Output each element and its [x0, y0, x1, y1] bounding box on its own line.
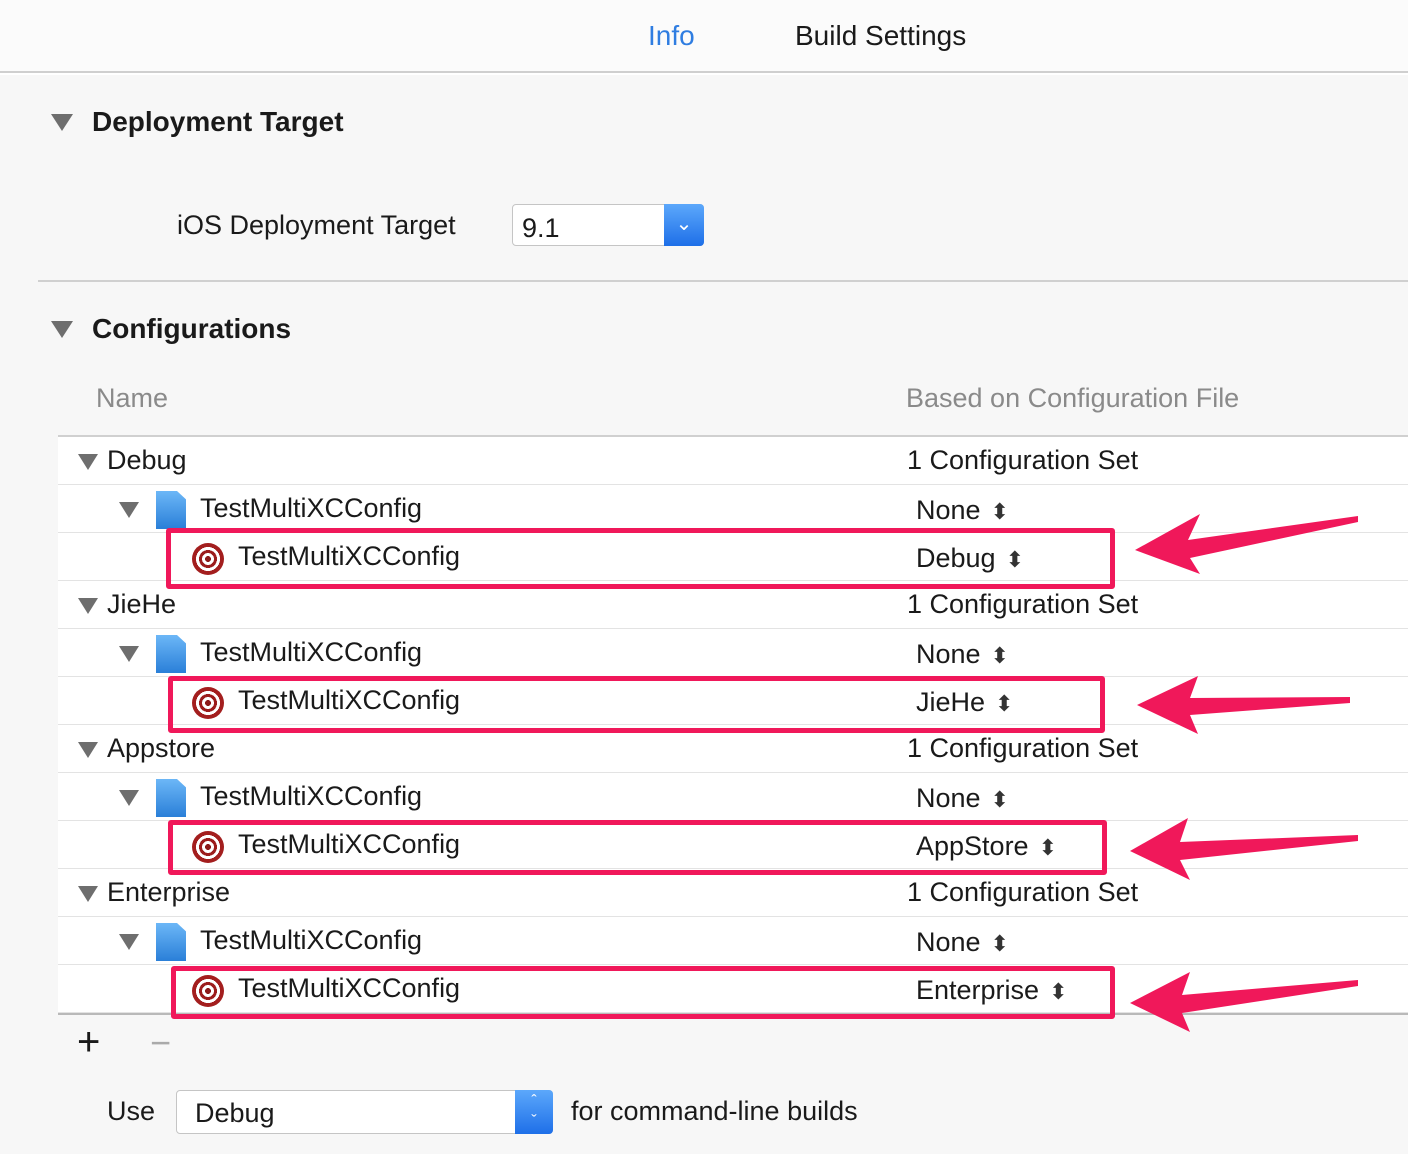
annotation-arrow-icon	[1137, 676, 1350, 734]
annotation-arrow-icon	[1135, 514, 1358, 574]
annotation-arrow-icon	[1130, 972, 1358, 1032]
highlight-box	[168, 820, 1107, 875]
highlight-box	[166, 528, 1115, 589]
highlight-box	[168, 676, 1105, 733]
annotation-arrow-icon	[1130, 818, 1358, 880]
highlight-box	[171, 966, 1115, 1019]
